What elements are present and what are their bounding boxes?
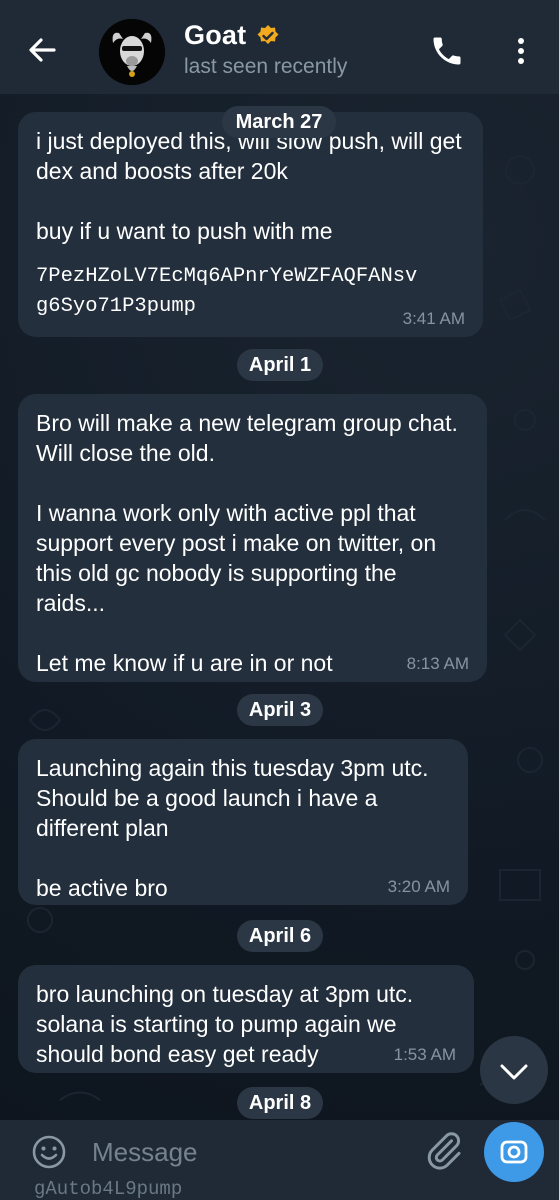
message-text: Bro will make a new telegram group chat.… bbox=[36, 410, 458, 676]
message-time: 3:41 AM bbox=[402, 309, 465, 328]
chevron-down-icon bbox=[500, 1064, 528, 1080]
contact-name[interactable]: Goat bbox=[184, 20, 246, 51]
date-separator: April 6 bbox=[237, 920, 323, 952]
date-separator: March 27 bbox=[222, 106, 336, 138]
message-time: 3:20 AM bbox=[387, 877, 450, 896]
call-button[interactable] bbox=[429, 33, 465, 69]
message-time: 1:53 AM bbox=[393, 1045, 456, 1064]
message-input[interactable] bbox=[88, 1132, 412, 1172]
contract-address[interactable]: 7PezHZoLV7EcMq6APnrYeWZFAQFANsv g6Syo71P… bbox=[36, 262, 465, 322]
camera-icon bbox=[500, 1140, 528, 1164]
smile-icon bbox=[32, 1135, 66, 1169]
verified-badge-icon bbox=[256, 24, 280, 48]
emoji-button[interactable] bbox=[30, 1133, 68, 1171]
date-separator: April 3 bbox=[237, 694, 323, 726]
attach-button[interactable] bbox=[424, 1130, 464, 1170]
message-bubble[interactable]: i just deployed this, will slow push, wi… bbox=[18, 112, 483, 337]
message-bubble[interactable]: bro launching on tuesday at 3pm utc. sol… bbox=[18, 965, 474, 1073]
date-separator: April 8 bbox=[237, 1087, 323, 1119]
avatar[interactable] bbox=[99, 19, 165, 85]
last-seen-status: last seen recently bbox=[184, 55, 348, 78]
more-options-button[interactable] bbox=[508, 33, 534, 69]
message-bubble[interactable]: Launching again this tuesday 3pm utc. Sh… bbox=[18, 739, 468, 905]
chat-header: Goat last seen recently bbox=[0, 0, 559, 94]
back-button[interactable] bbox=[24, 32, 60, 68]
camera-button[interactable] bbox=[484, 1122, 544, 1182]
message-time: 8:13 AM bbox=[406, 654, 469, 673]
partially-hidden-message-text: gAutob4L9pump bbox=[34, 1178, 183, 1200]
message-bubble[interactable]: Bro will make a new telegram group chat.… bbox=[18, 394, 487, 682]
goat-avatar-image bbox=[99, 19, 165, 85]
date-separator: April 1 bbox=[237, 349, 323, 381]
more-vertical-icon bbox=[518, 38, 524, 64]
phone-icon bbox=[433, 37, 461, 65]
paperclip-icon bbox=[427, 1132, 461, 1170]
arrow-left-icon bbox=[29, 38, 56, 62]
message-text: i just deployed this, will slow push, wi… bbox=[36, 128, 462, 244]
scroll-to-bottom-button[interactable] bbox=[480, 1036, 548, 1104]
